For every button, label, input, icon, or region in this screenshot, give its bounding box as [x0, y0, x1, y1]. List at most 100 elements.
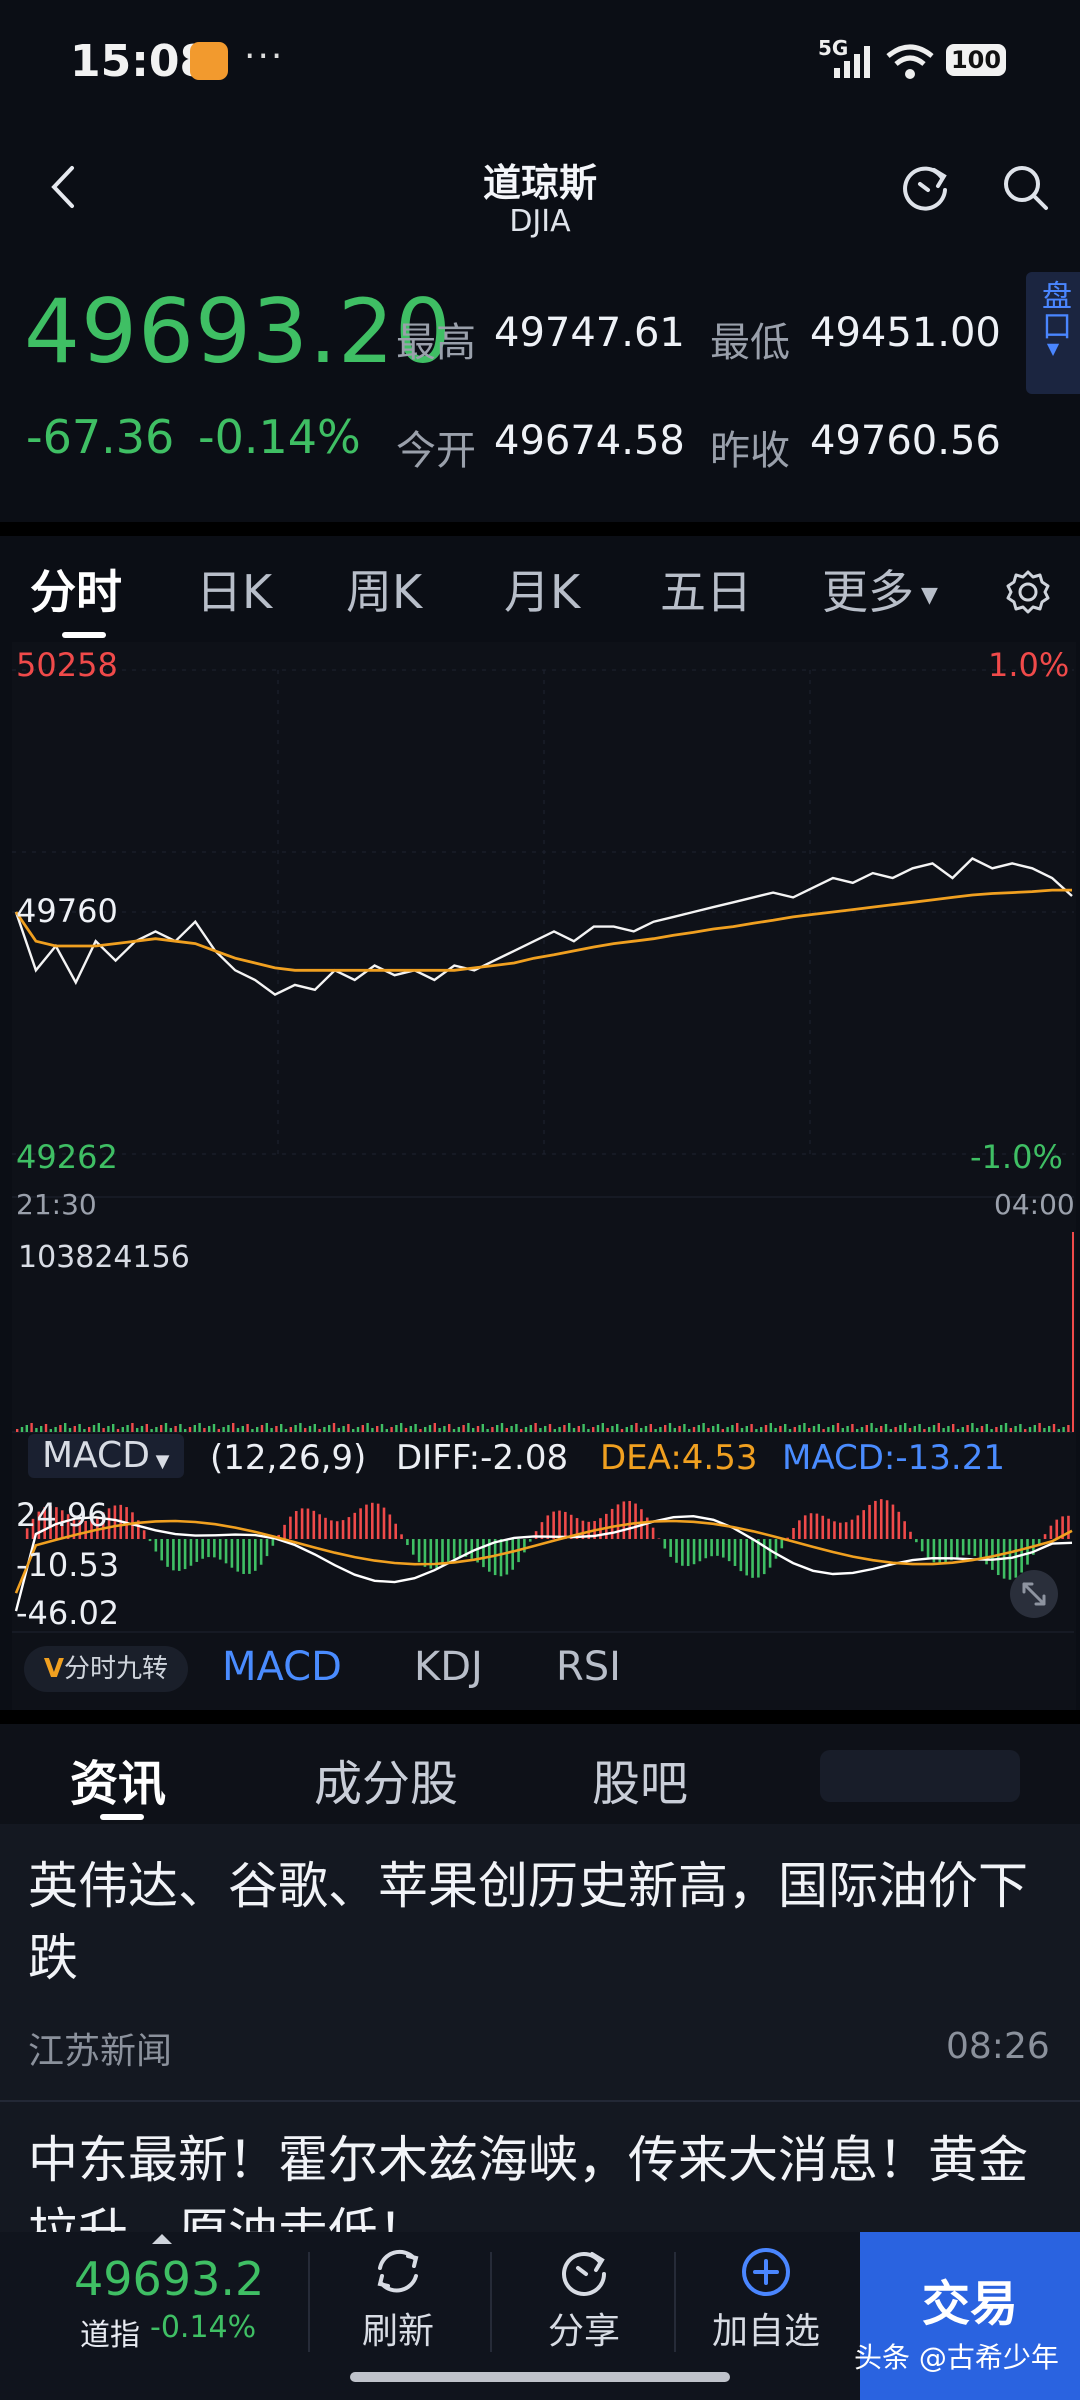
volume-bar: [529, 1425, 532, 1432]
volume-bar: [107, 1426, 110, 1432]
refresh-button[interactable]: 刷新: [338, 2244, 458, 2354]
nine-turn-label: 分时九转: [64, 1654, 169, 1684]
volume-bar: [376, 1426, 379, 1432]
volume-bar: [726, 1427, 729, 1432]
volume-bar: [361, 1425, 364, 1432]
macd-histogram-bar: [283, 1524, 286, 1540]
pct-max-label: 1.0%: [988, 646, 1070, 684]
macd-histogram-bar: [534, 1531, 538, 1540]
volume-bar: [707, 1428, 710, 1432]
tab-monthly-k[interactable]: 月K: [504, 556, 580, 622]
macd-histogram-bar: [716, 1539, 719, 1556]
volume-bar: [1004, 1423, 1008, 1432]
home-indicator[interactable]: [350, 2372, 730, 2382]
tab-constituents[interactable]: 成分股: [314, 1744, 458, 1814]
macd-histogram-bar: [856, 1515, 860, 1540]
news-item-title[interactable]: 中东最新！霍尔木兹海峡，传来大消息！黄金拉升，原油走低！: [28, 2124, 1058, 2234]
volume-bar: [155, 1427, 158, 1432]
volume-bar: [760, 1427, 763, 1432]
volume-bar: [716, 1424, 720, 1432]
volume-bar: [654, 1429, 657, 1432]
volume-bar: [486, 1429, 489, 1432]
volume-bar: [116, 1429, 120, 1432]
volume-bar: [755, 1429, 758, 1432]
low-value: 49451.00: [810, 310, 1001, 356]
macd-histogram-bar: [909, 1531, 912, 1540]
nine-turn-indicator-button[interactable]: V分时九转: [24, 1646, 188, 1692]
blurred-tab[interactable]: [820, 1750, 1020, 1802]
news-item-source: 江苏新闻: [28, 2031, 173, 2072]
indicator-tab-macd[interactable]: MACD: [222, 1644, 342, 1690]
tab-five-day[interactable]: 五日: [660, 556, 752, 622]
tab-weekly-k[interactable]: 周K: [346, 556, 422, 622]
tab-daily-k[interactable]: 日K: [196, 556, 272, 622]
macd-histogram-bar: [271, 1539, 275, 1546]
prev-close-label: 昨收: [710, 428, 790, 474]
volume-bar: [596, 1425, 600, 1432]
pankou-button[interactable]: 盘口 ▼: [1026, 272, 1080, 394]
intraday-chart[interactable]: [12, 642, 1076, 1642]
indicator-tab-rsi[interactable]: RSI: [556, 1644, 621, 1690]
volume-bar: [923, 1429, 926, 1432]
volume-bar: [352, 1429, 355, 1432]
volume-bar: [44, 1424, 48, 1432]
volume-bar: [1019, 1424, 1022, 1432]
settings-gear-icon[interactable]: [1004, 568, 1052, 616]
macd-histogram-bar: [254, 1539, 257, 1571]
indicator-tab-kdj[interactable]: KDJ: [414, 1644, 483, 1690]
macd-histogram-bar: [242, 1539, 245, 1574]
macd-histogram-bar: [1043, 1534, 1047, 1540]
y-mid-label: 49760: [16, 892, 118, 930]
volume-bar: [875, 1428, 878, 1432]
macd-histogram-bar: [552, 1511, 555, 1540]
macd-histogram-bar: [236, 1539, 240, 1572]
volume-bar: [472, 1428, 475, 1432]
search-icon[interactable]: [998, 160, 1054, 216]
macd-histogram-bar: [160, 1539, 163, 1561]
volume-bar: [712, 1426, 715, 1432]
volume-bar: [606, 1428, 609, 1432]
tab-forum[interactable]: 股吧: [592, 1744, 688, 1814]
volume-bar: [817, 1424, 820, 1432]
expand-icon[interactable]: [1008, 1568, 1060, 1620]
tab-intraday[interactable]: 分时: [30, 556, 122, 622]
price-line: [14, 857, 1073, 996]
tab-news[interactable]: 资讯: [70, 1744, 166, 1814]
volume-bar: [1009, 1428, 1012, 1432]
bottom-index-name: 道指: [80, 2318, 140, 2353]
open-label: 今开: [396, 428, 476, 474]
refresh-icon[interactable]: [898, 160, 954, 216]
volume-bar: [49, 1429, 52, 1432]
share-button[interactable]: 分享: [524, 2244, 644, 2354]
volume-bar: [740, 1428, 744, 1432]
volume-bar: [169, 1428, 172, 1432]
macd-histogram-bar: [768, 1539, 772, 1568]
volume-bar: [25, 1425, 28, 1432]
macd-histogram-bar: [739, 1539, 743, 1572]
current-price: 49693.20: [24, 280, 452, 383]
add-watchlist-button[interactable]: 加自选: [704, 2244, 828, 2354]
volume-bar: [112, 1424, 115, 1432]
macd-histogram-bar: [727, 1539, 731, 1562]
macd-histogram-bar: [359, 1508, 362, 1540]
macd-histogram-bar: [891, 1504, 895, 1540]
volume-bar: [515, 1424, 518, 1432]
volume-bar: [1067, 1425, 1070, 1432]
macd-histogram-bar: [956, 1539, 959, 1558]
macd-histogram-bar: [195, 1539, 199, 1562]
volume-bar: [251, 1429, 254, 1432]
volume-bar: [54, 1427, 57, 1432]
macd-histogram-bar: [991, 1539, 994, 1570]
news-item-title[interactable]: 英伟达、谷歌、苹果创历史新高，国际油价下跌: [28, 1850, 1058, 1994]
volume-bar: [832, 1425, 835, 1432]
volume-bar: [184, 1429, 187, 1432]
volume-bar: [256, 1427, 259, 1432]
volume-bar: [452, 1429, 456, 1432]
volume-bar: [764, 1425, 768, 1432]
macd-histogram-bar: [833, 1521, 836, 1540]
macd-selector[interactable]: MACD ▼: [28, 1434, 184, 1478]
bottom-price[interactable]: 49693.2: [74, 2252, 264, 2306]
tab-more[interactable]: 更多 ▼: [822, 556, 938, 622]
volume-bar: [769, 1423, 772, 1432]
macd-histogram-bar: [757, 1539, 760, 1578]
